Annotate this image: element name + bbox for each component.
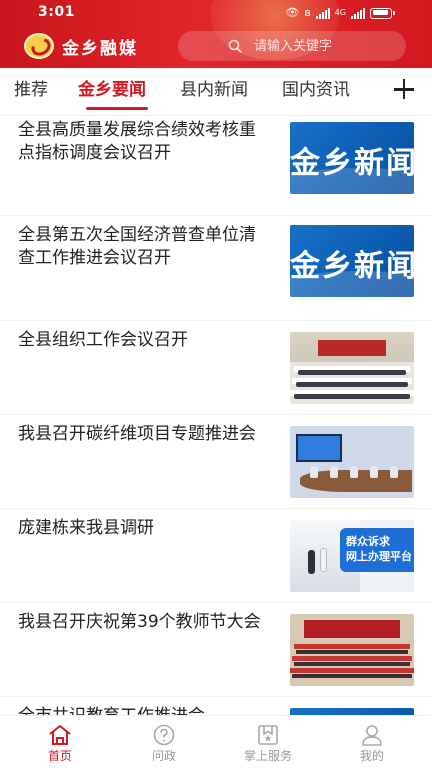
status-icons: 👁 ʙ 4G — [285, 6, 395, 20]
nav-label: 我的 — [359, 749, 384, 763]
signal-icon-2 — [351, 7, 365, 19]
battery-icon — [370, 7, 395, 19]
thumbnail-text: 群众诉求 — [346, 535, 390, 548]
news-title: 全市共识教育工作推进会 — [18, 705, 263, 715]
home-icon — [49, 725, 71, 745]
nav-services[interactable]: 掌上服务 — [214, 716, 322, 768]
nav-label: 掌上服务 — [243, 749, 292, 763]
search-bar[interactable] — [178, 31, 414, 61]
search-icon — [228, 39, 242, 53]
plus-icon[interactable] — [392, 76, 416, 102]
thumbnail-text: 网上办理平台 — [346, 550, 412, 563]
logo-icon — [24, 33, 54, 59]
nav-label: 问政 — [151, 749, 176, 763]
news-item[interactable]: 全县高质量发展综合绩效考核重点指标调度会议召开 金乡新闻 — [0, 117, 432, 216]
channel-tabs: 推荐 金乡要闻 县内新闻 国内资讯 — [0, 68, 432, 116]
news-title: 我县召开碳纤维项目专题推进会 — [18, 424, 256, 444]
app-logo[interactable]: 金乡融媒 — [24, 32, 138, 60]
nav-label: 首页 — [47, 749, 72, 763]
thumbnail-text: 金乡新闻 — [290, 146, 414, 181]
news-title: 全县第五次全国经济普查单位清查工作推进会议召开 — [18, 225, 256, 268]
active-tab-indicator — [86, 107, 148, 110]
news-title: 全县高质量发展综合绩效考核重点指标调度会议召开 — [18, 120, 256, 163]
search-input[interactable] — [254, 32, 414, 60]
user-icon — [362, 725, 382, 746]
news-thumbnail — [290, 708, 414, 715]
news-title: 我县召开庆祝第39个教师节大会 — [18, 612, 261, 632]
app-name: 金乡融媒 — [62, 38, 138, 59]
tab-domestic-news[interactable]: 国内资讯 — [282, 79, 350, 101]
nav-wenzheng[interactable]: 问政 — [110, 716, 218, 768]
question-icon — [153, 724, 175, 746]
nav-mine[interactable]: 我的 — [318, 716, 426, 768]
news-thumbnail: 金乡新闻 — [290, 122, 414, 194]
tab-recommend[interactable]: 推荐 — [14, 79, 48, 101]
nav-home[interactable]: 首页 — [6, 716, 114, 768]
news-title: 全县组织工作会议召开 — [18, 330, 188, 350]
news-item[interactable]: 庞建栋来我县调研 群众诉求 网上办理平台 — [0, 509, 432, 603]
bottom-nav: 首页 问政 掌上服务 我的 — [0, 715, 432, 768]
news-item[interactable]: 全市共识教育工作推进会 — [0, 697, 432, 715]
news-item[interactable]: 全县第五次全国经济普查单位清查工作推进会议召开 金乡新闻 — [0, 216, 432, 321]
news-item[interactable]: 我县召开庆祝第39个教师节大会 — [0, 603, 432, 697]
news-title: 庞建栋来我县调研 — [18, 518, 154, 538]
news-list: 全县高质量发展综合绩效考核重点指标调度会议召开 金乡新闻 全县第五次全国经济普查… — [0, 117, 432, 715]
tab-jinxiang-news[interactable]: 金乡要闻 — [78, 79, 146, 101]
thumbnail-banner: 群众诉求 网上办理平台 — [340, 528, 414, 572]
news-thumbnail — [290, 614, 414, 686]
news-thumbnail: 群众诉求 网上办理平台 — [290, 520, 414, 592]
bluetooth-icon: ʙ — [304, 6, 311, 19]
signal-icon — [315, 7, 330, 19]
app-header: 3:01 👁 ʙ 4G 金乡融媒 — [0, 0, 432, 68]
eye-comfort-icon: 👁 — [285, 6, 300, 19]
news-item[interactable]: 我县召开碳纤维项目专题推进会 — [0, 415, 432, 509]
news-thumbnail: 金乡新闻 — [290, 225, 414, 297]
news-thumbnail — [290, 426, 414, 498]
service-icon — [258, 725, 278, 745]
thumbnail-text: 金乡新闻 — [290, 249, 414, 284]
status-bar: 3:01 👁 ʙ 4G — [0, 0, 432, 26]
tab-county-news[interactable]: 县内新闻 — [180, 79, 248, 101]
network-type-icon: 4G — [334, 8, 346, 17]
news-item[interactable]: 全县组织工作会议召开 — [0, 321, 432, 415]
status-time: 3:01 — [38, 4, 75, 20]
news-thumbnail — [290, 332, 414, 404]
